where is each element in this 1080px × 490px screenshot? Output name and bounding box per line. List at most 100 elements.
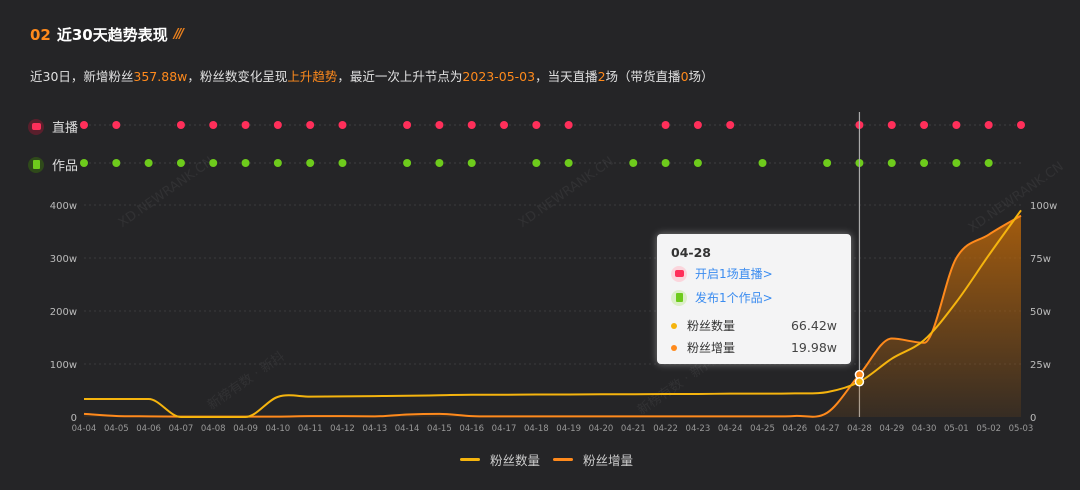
x-axis-tick: 04-15 (427, 424, 452, 434)
chart-tooltip: 04-28 开启1场直播> 发布1个作品> 粉丝数量 66.42w 粉丝增量 1… (657, 234, 851, 364)
legend-line-icon (553, 458, 573, 461)
legend-increase[interactable]: 粉丝增量 (553, 450, 633, 469)
live-day-dot (209, 121, 218, 129)
works-day-dot (629, 159, 638, 167)
live-day-dot (984, 121, 993, 129)
legend-fans[interactable]: 粉丝数量 (460, 450, 540, 469)
x-axis-tick: 04-26 (782, 424, 807, 434)
live-day-dot (241, 121, 250, 129)
live-day-dot (532, 121, 541, 129)
live-day-dot (306, 121, 315, 129)
x-axis-tick: 04-12 (330, 424, 355, 434)
works-day-dot (403, 159, 412, 167)
live-day-dot (80, 121, 88, 129)
works-day-dot (758, 159, 767, 167)
left-axis-tick: 0 (71, 413, 77, 424)
tooltip-fans-row: 粉丝数量 66.42w (671, 317, 837, 334)
works-day-dot (467, 159, 476, 167)
increase-dot-icon (671, 344, 677, 351)
tooltip-fans-value: 66.42w (790, 318, 837, 333)
x-axis-tick: 04-08 (201, 424, 226, 434)
legend-line-icon (460, 458, 480, 461)
tooltip-live-link[interactable]: 开启1场直播> (671, 265, 773, 282)
right-axis-tick: 0 (1030, 413, 1036, 424)
tooltip-increase-value: 19.98w (790, 340, 837, 355)
works-day-dot (661, 159, 670, 167)
live-day-dot (920, 121, 929, 129)
x-axis-tick: 04-18 (524, 424, 549, 434)
live-day-dot (112, 121, 121, 129)
x-axis-tick: 04-06 (136, 424, 161, 434)
right-axis-tick: 25w (1030, 360, 1051, 371)
left-axis-tick: 100w (50, 360, 77, 371)
x-axis-tick: 04-23 (686, 424, 711, 434)
x-axis-tick: 05-01 (944, 424, 969, 434)
x-axis-tick: 04-22 (653, 424, 678, 434)
x-axis-tick: 05-02 (976, 424, 1001, 434)
x-axis-tick: 04-09 (233, 424, 258, 434)
works-day-dot (564, 159, 573, 167)
x-axis-tick: 04-16 (459, 424, 484, 434)
x-axis-tick: 04-04 (72, 424, 97, 434)
x-axis-tick: 04-13 (362, 424, 387, 434)
works-day-dot (241, 159, 250, 167)
works-day-dot (952, 159, 961, 167)
live-day-dot (693, 121, 702, 129)
live-day-dot (952, 121, 961, 129)
live-day-dot (403, 121, 412, 129)
x-axis-tick: 04-24 (718, 424, 743, 434)
live-day-dot (661, 121, 670, 129)
left-axis-tick: 200w (50, 307, 77, 318)
x-axis-tick: 04-10 (266, 424, 291, 434)
works-day-dot (80, 159, 88, 167)
works-day-dot (823, 159, 832, 167)
works-day-dot (176, 159, 185, 167)
live-day-dot (273, 121, 282, 129)
works-day-dot (984, 159, 993, 167)
trend-chart[interactable]: 0 0 100w 25w 200w 50w 300w 75w 400w 100w 04-04 04-0… (0, 0, 1080, 490)
works-day-dot (112, 159, 121, 167)
x-axis-tick: 04-19 (556, 424, 581, 434)
x-axis-tick: 04-07 (169, 424, 194, 434)
works-day-dot (306, 159, 315, 167)
works-day-dot (144, 159, 153, 167)
live-day-dot (564, 121, 573, 129)
x-axis-tick: 04-14 (395, 424, 420, 434)
increase-area (84, 215, 1021, 417)
live-day-dot (435, 121, 444, 129)
x-axis-tick: 05-03 (1009, 424, 1034, 434)
live-day-dot (1017, 121, 1025, 129)
tooltip-increase-row: 粉丝增量 19.98w (671, 339, 837, 356)
works-day-dot (887, 159, 896, 167)
fans-highlight-point (854, 377, 865, 387)
tooltip-increase-label: 粉丝增量 (687, 341, 736, 355)
tooltip-works-link-text[interactable]: 发布1个作品> (695, 289, 773, 306)
x-axis-tick: 04-11 (298, 424, 323, 434)
tooltip-works-link[interactable]: 发布1个作品> (671, 289, 773, 306)
live-day-dot (500, 121, 509, 129)
x-axis-tick: 04-30 (912, 424, 937, 434)
live-day-dot (176, 121, 185, 129)
works-day-dot (920, 159, 929, 167)
works-day-dot (532, 159, 541, 167)
live-day-dot (887, 121, 896, 129)
left-axis-tick: 400w (50, 201, 77, 212)
x-axis-tick: 04-05 (104, 424, 129, 434)
works-day-dot (435, 159, 444, 167)
left-axis-tick: 300w (50, 254, 77, 265)
right-axis-tick: 100w (1030, 201, 1057, 212)
works-document-icon (671, 289, 687, 306)
x-axis-tick: 04-21 (621, 424, 646, 434)
works-day-dot (273, 159, 282, 167)
tooltip-live-link-text[interactable]: 开启1场直播> (695, 265, 773, 282)
live-day-dot (467, 121, 476, 129)
live-video-icon (671, 265, 687, 282)
works-day-dot (209, 159, 218, 167)
legend-label: 粉丝增量 (583, 453, 634, 468)
live-day-dot (338, 121, 347, 129)
live-day-dot (726, 121, 735, 129)
x-axis-tick: 04-29 (879, 424, 904, 434)
tooltip-date: 04-28 (671, 245, 711, 260)
x-axis-tick: 04-17 (492, 424, 517, 434)
right-axis-tick: 75w (1030, 254, 1051, 265)
